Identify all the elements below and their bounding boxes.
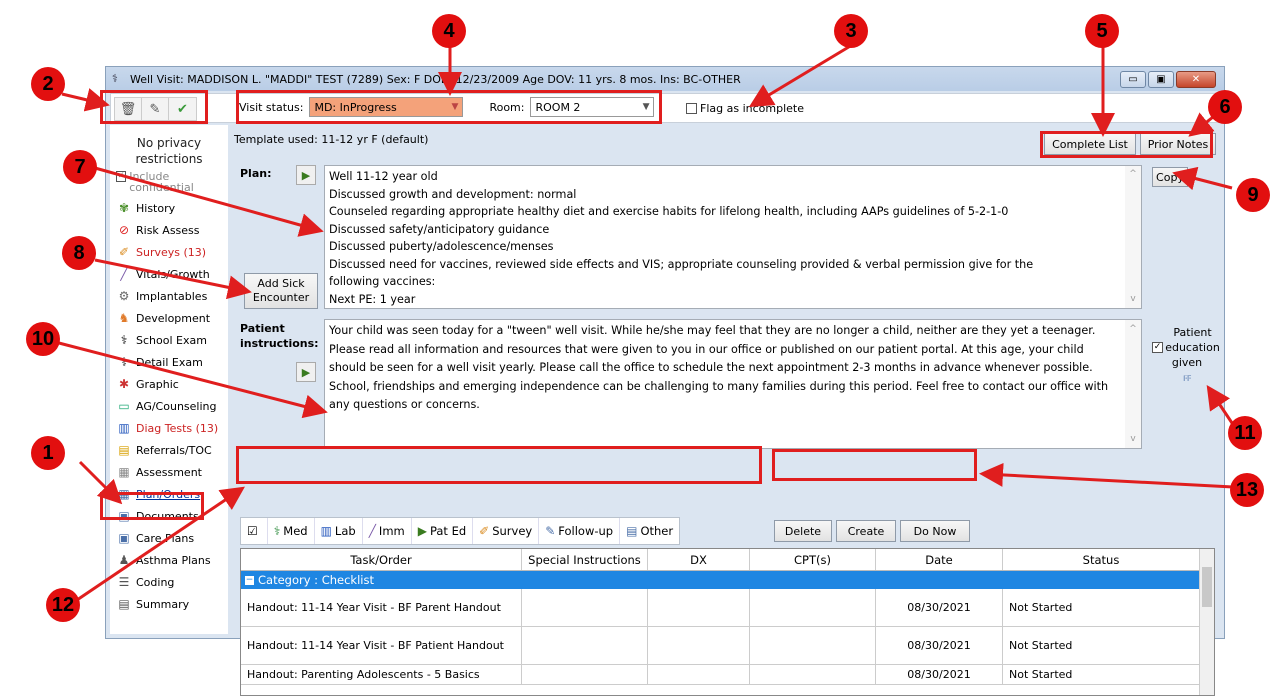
callout-badge: 1 <box>31 436 65 470</box>
cell-dx <box>648 665 750 684</box>
callout-badge: 10 <box>26 322 60 356</box>
callout-badge: 3 <box>834 14 868 48</box>
cell-special <box>522 665 648 684</box>
callout-badge: 13 <box>1230 473 1264 507</box>
callout-badge: 12 <box>46 588 80 622</box>
cell-cpt <box>750 665 876 684</box>
callout-badge: 4 <box>432 14 466 48</box>
cell-task: Handout: Parenting Adolescents - 5 Basic… <box>241 665 522 684</box>
cell-status: Not Started <box>1009 668 1073 681</box>
callout-arrows <box>54 43 1240 604</box>
callout-badge: 6 <box>1208 90 1242 124</box>
callout-badge: 2 <box>31 67 65 101</box>
callout-badge: 5 <box>1085 14 1119 48</box>
cell-date: 08/30/2021 <box>876 665 1003 684</box>
callout-badge: 8 <box>62 236 96 270</box>
callout-badge: 7 <box>63 150 97 184</box>
callout-badge: 9 <box>1236 178 1270 212</box>
table-row[interactable]: Handout: Parenting Adolescents - 5 Basic… <box>241 665 1214 685</box>
callout-badge: 11 <box>1228 416 1262 450</box>
